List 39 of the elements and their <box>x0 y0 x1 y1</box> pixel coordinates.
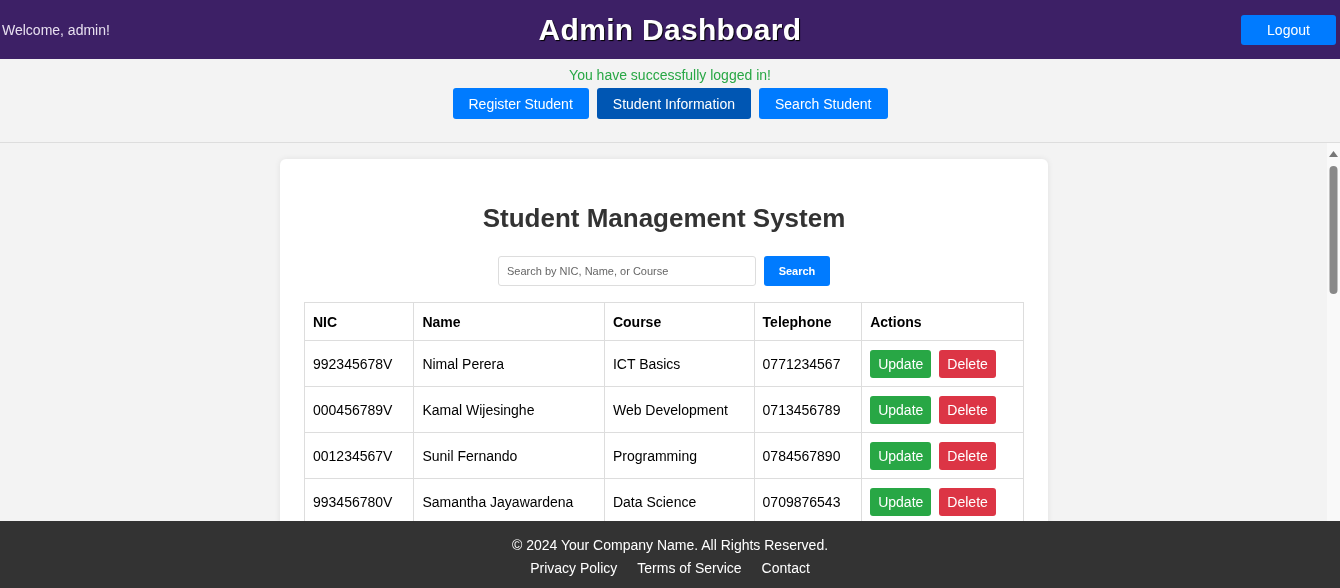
table-cell: Kamal Wijesinghe <box>413 386 605 433</box>
delete-button[interactable]: Delete <box>939 487 996 516</box>
table-cell: Nimal Perera <box>413 340 605 387</box>
copyright-text: © 2024 Your Company Name. All Rights Reserved. <box>511 537 829 553</box>
update-button[interactable]: Update <box>870 441 932 470</box>
table-cell: 000456789V <box>304 386 414 433</box>
table-cell: ICT Basics <box>604 340 755 387</box>
table-cell: 0771234567 <box>754 340 862 387</box>
page-title: Admin Dashboard <box>538 12 802 47</box>
nav-button[interactable]: Search Student <box>759 88 888 119</box>
welcome-text: Welcome, admin! <box>2 21 110 38</box>
footer-link[interactable]: Contact <box>761 560 810 576</box>
delete-button[interactable]: Delete <box>939 441 996 470</box>
footer-link[interactable]: Terms of Service <box>637 560 742 576</box>
column-header: NIC <box>304 302 414 341</box>
table-cell: 0713456789 <box>754 386 862 433</box>
search-button[interactable]: Search <box>764 256 830 286</box>
logout-button[interactable]: Logout <box>1241 14 1336 45</box>
delete-button[interactable]: Delete <box>939 349 996 378</box>
nav-button[interactable]: Student Information <box>596 88 751 119</box>
update-button[interactable]: Update <box>870 395 932 424</box>
table-cell: 001234567V <box>304 432 414 479</box>
footer-link[interactable]: Privacy Policy <box>530 560 618 576</box>
nav-button[interactable]: Register Student <box>452 88 589 119</box>
update-button[interactable]: Update <box>870 487 932 516</box>
search-field[interactable]: Search by NIC, Name, or Course <box>498 256 756 286</box>
column-header: Course <box>604 302 755 341</box>
table-cell: Web Development <box>604 386 755 433</box>
table-cell: Programming <box>604 432 755 479</box>
update-button[interactable]: Update <box>870 349 932 378</box>
success-message: You have successfully logged in! <box>569 67 771 83</box>
table-cell: Sunil Fernando <box>413 432 605 479</box>
delete-button[interactable]: Delete <box>939 395 996 424</box>
card-title: Student Management System <box>482 203 846 234</box>
table-cell: 992345678V <box>304 340 414 387</box>
table-cell: 0784567890 <box>754 432 862 479</box>
column-header: Telephone <box>754 302 862 341</box>
column-header: Actions <box>861 302 1024 341</box>
column-header: Name <box>413 302 605 341</box>
